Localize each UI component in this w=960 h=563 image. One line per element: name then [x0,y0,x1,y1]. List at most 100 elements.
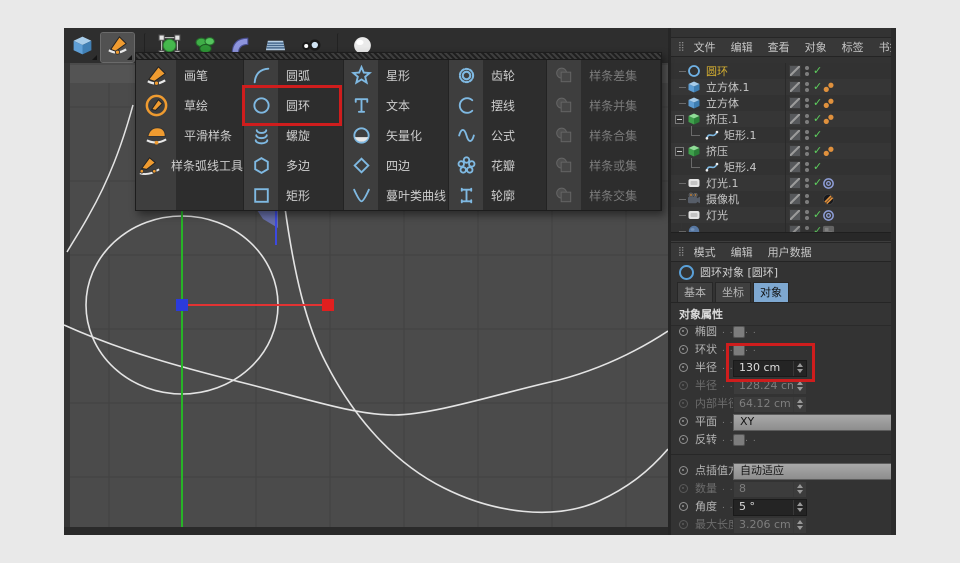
tag-camera-icon[interactable] [822,193,835,206]
menu-item[interactable]: 圆环 [244,90,343,120]
attribute-checkbox[interactable] [733,434,745,446]
enabled-check-icon[interactable]: ✓ [813,160,822,174]
keyframe-dot-icon[interactable] [679,417,688,426]
menu-item[interactable]: 四边 [344,150,448,180]
layer-swatch[interactable] [789,65,801,77]
object-manager-menu-item[interactable]: 标签 [842,39,864,55]
tag-gray-icon[interactable] [822,225,835,233]
object-row[interactable]: 立方体 ✓ [671,95,891,111]
enabled-check-icon[interactable]: ✓ [813,80,822,94]
enabled-check-icon[interactable]: ✓ [813,176,822,190]
menu-item[interactable]: 花瓣 [449,150,546,180]
menu-item[interactable]: 多边 [244,150,343,180]
menu-item[interactable]: 样条差集 [547,60,660,90]
keyframe-dot-icon[interactable] [679,345,688,354]
keyframe-dot-icon[interactable] [679,502,688,511]
layer-swatch[interactable] [789,113,801,125]
tag-phong-icon[interactable] [822,113,835,126]
menu-item[interactable]: 公式 [449,120,546,150]
object-row[interactable]: 挤压 ✓ [671,143,891,159]
attribute-manager-menu-item[interactable]: 编辑 [731,244,753,260]
menu-item[interactable]: 样条交集 [547,180,660,210]
menu-item[interactable]: 星形 [344,60,448,90]
spinner[interactable] [793,482,806,497]
enabled-check-icon[interactable]: ✓ [813,224,822,232]
enabled-check-icon[interactable]: ✓ [813,96,822,110]
keyframe-dot-icon[interactable] [679,484,688,493]
x-axis-handle[interactable] [322,299,334,311]
keyframe-dot-icon[interactable] [679,327,688,336]
attribute-manager-menu-item[interactable]: 模式 [694,244,716,260]
layer-swatch[interactable] [789,145,801,157]
attribute-number-field[interactable]: 8 [733,481,807,498]
layer-swatch[interactable] [789,177,801,189]
enabled-check-icon[interactable]: ✓ [813,208,822,222]
menu-item[interactable]: 矩形 [244,180,343,210]
attribute-number-field[interactable]: 5 ° [733,499,807,516]
object-manager-menu-item[interactable]: 书签 [879,39,896,55]
spinner[interactable] [793,397,806,412]
object-manager-menu-item[interactable]: 文件 [694,39,716,55]
visibility-dots[interactable] [805,130,809,140]
enabled-check-icon[interactable]: ✓ [813,128,822,142]
attribute-manager-menu-item[interactable]: 用户数据 [768,244,812,260]
attribute-tab[interactable]: 对象 [753,282,789,303]
visibility-dots[interactable] [805,66,809,76]
menu-item[interactable]: 样条并集 [547,90,660,120]
layer-swatch[interactable] [789,225,801,232]
attribute-checkbox[interactable] [733,326,745,338]
keyframe-dot-icon[interactable] [679,399,688,408]
attribute-number-field[interactable]: 3.206 cm [733,517,807,534]
menu-item[interactable]: 样条或集 [547,150,660,180]
visibility-dots[interactable] [805,178,809,188]
menu-item[interactable]: 画笔 [136,60,243,90]
layer-swatch[interactable] [789,97,801,109]
object-row[interactable]: 矩形.1 ✓ [671,127,891,143]
object-row[interactable]: 灯光.1 ✓ [671,175,891,191]
menu-item[interactable]: 轮廓 [449,180,546,210]
keyframe-dot-icon[interactable] [679,435,688,444]
object-row[interactable]: 挤压.1 ✓ [671,111,891,127]
attribute-number-field[interactable]: 130 cm [733,360,807,377]
keyframe-dot-icon[interactable] [679,381,688,390]
object-row[interactable]: 圆环 ✓ [671,63,891,79]
collapse-toggle[interactable] [675,147,684,156]
panel-grip-icon[interactable]: ⣿ [678,42,686,52]
enabled-check-icon[interactable]: ✓ [813,64,822,78]
spinner[interactable] [793,379,806,394]
menu-item[interactable]: 样条弧线工具 [136,150,243,180]
layer-swatch[interactable] [789,193,801,205]
enabled-check-icon[interactable]: ✓ [813,144,822,158]
tag-target-icon[interactable] [822,177,835,190]
object-row[interactable]: ✓ [671,223,891,232]
menu-item[interactable]: 蔓叶类曲线 [344,180,448,210]
layer-swatch[interactable] [789,161,801,173]
tag-phong-icon[interactable] [822,97,835,110]
tag-phong-icon[interactable] [822,81,835,94]
attribute-dropdown[interactable]: 自动适应 [733,463,893,480]
layer-swatch[interactable] [789,129,801,141]
spinner[interactable] [793,518,806,533]
menu-item[interactable]: 矢量化 [344,120,448,150]
menu-item[interactable]: 齿轮 [449,60,546,90]
attribute-dropdown[interactable]: XY [733,414,893,431]
visibility-dots[interactable] [805,194,809,204]
spinner[interactable] [793,361,806,376]
keyframe-dot-icon[interactable] [679,520,688,529]
object-row[interactable]: 矩形.4 ✓ [671,159,891,175]
object-row[interactable]: 灯光 ✓ [671,207,891,223]
attribute-tab[interactable]: 坐标 [715,282,751,303]
attribute-checkbox[interactable] [733,344,745,356]
tag-target-icon[interactable] [822,209,835,222]
visibility-dots[interactable] [805,210,809,220]
keyframe-dot-icon[interactable] [679,466,688,475]
object-manager-menu-item[interactable]: 查看 [768,39,790,55]
menu-tearoff-strip[interactable] [136,53,661,60]
visibility-dots[interactable] [805,162,809,172]
layer-swatch[interactable] [789,81,801,93]
panel-grip-icon[interactable]: ⣿ [678,247,686,257]
visibility-dots[interactable] [805,98,809,108]
object-row[interactable]: 摄像机 ✓ [671,191,891,207]
menu-item[interactable]: 草绘 [136,90,243,120]
layer-swatch[interactable] [789,209,801,221]
